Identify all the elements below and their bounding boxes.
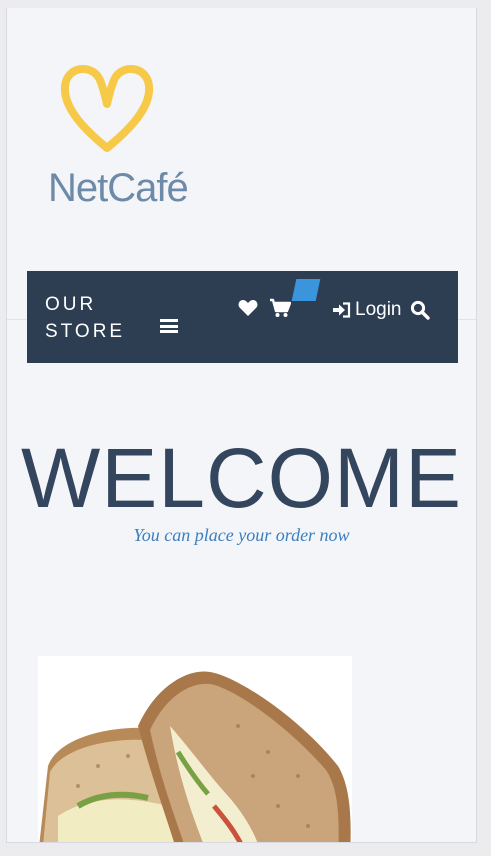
hamburger-icon[interactable] (160, 319, 178, 333)
heart-icon[interactable] (238, 299, 258, 322)
cart-count-badge (291, 279, 321, 301)
store-line2: STORE (45, 321, 126, 342)
page: NetCafé OUR STORE Login WELCOME You can … (6, 8, 477, 843)
brand-name: NetCafé (48, 166, 189, 210)
login-label: Login (355, 299, 402, 320)
heart-outline-icon (60, 65, 154, 152)
store-menu[interactable]: OUR STORE (45, 291, 125, 345)
sign-in-icon (333, 302, 351, 318)
hero-title: WELCOME (20, 431, 463, 525)
login-link[interactable]: Login (332, 299, 402, 321)
hero-subtitle: You can place your order now (133, 525, 350, 545)
store-line1: OUR (45, 294, 97, 315)
cart-icon[interactable] (269, 298, 292, 323)
search-icon[interactable] (410, 300, 430, 325)
navbar: OUR STORE Login (27, 271, 458, 363)
sandwich-image[interactable] (38, 656, 352, 842)
